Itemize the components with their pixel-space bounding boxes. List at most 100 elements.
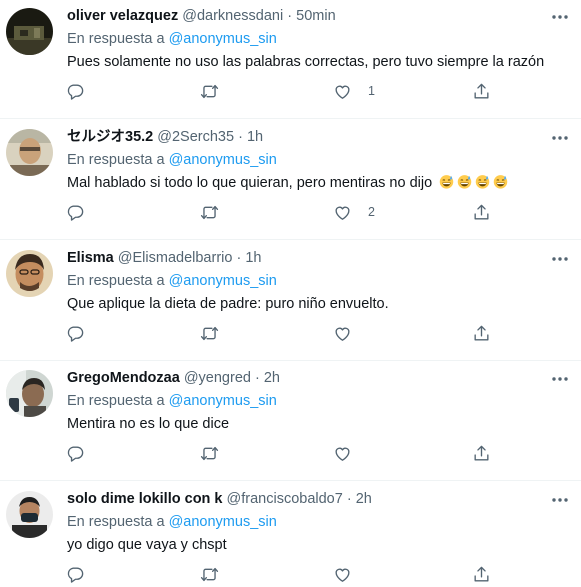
timestamp[interactable]: 2h bbox=[264, 370, 280, 386]
share-icon bbox=[474, 445, 489, 461]
display-name[interactable]: solo dime lokillo con k bbox=[67, 491, 223, 507]
heart-icon bbox=[335, 85, 350, 99]
retweet-icon bbox=[200, 326, 219, 340]
like-button[interactable] bbox=[333, 564, 368, 584]
user-handle[interactable]: @darknessdani bbox=[182, 8, 283, 24]
tweet-text: Pues solamente no uso las palabras corre… bbox=[67, 54, 545, 70]
grinning-sweat-emoji bbox=[457, 175, 472, 189]
separator-dot: · bbox=[236, 250, 242, 266]
share-button[interactable] bbox=[472, 564, 491, 584]
reply-button[interactable] bbox=[66, 81, 85, 101]
tweet-text: Mentira no es lo que dice bbox=[67, 416, 230, 432]
replying-to: En respuesta a @anonymus_sin bbox=[67, 271, 567, 291]
reply-tweet[interactable]: oliver velazquez @darknessdani · 50min E… bbox=[0, 0, 581, 119]
replying-to-mention[interactable]: @anonymus_sin bbox=[169, 273, 277, 289]
user-handle[interactable]: @Elismadelbarrio bbox=[118, 250, 233, 266]
avatar[interactable] bbox=[6, 491, 53, 538]
heart-icon bbox=[335, 206, 350, 220]
grinning-sweat-emoji bbox=[439, 175, 454, 189]
retweet-button[interactable] bbox=[200, 564, 219, 584]
reply-tweet[interactable]: Elisma @Elismadelbarrio · 1h En respuest… bbox=[0, 240, 581, 361]
replying-to-mention[interactable]: @anonymus_sin bbox=[169, 514, 277, 530]
avatar[interactable] bbox=[6, 8, 53, 55]
like-button[interactable]: 2 bbox=[333, 202, 375, 222]
separator-dot: · bbox=[254, 370, 260, 386]
replying-to-label: En respuesta a bbox=[67, 514, 165, 530]
share-button[interactable] bbox=[472, 81, 491, 101]
retweet-button[interactable] bbox=[200, 81, 219, 101]
tweet-actions bbox=[0, 323, 581, 345]
grinning-sweat-emoji bbox=[493, 175, 508, 189]
replying-to-label: En respuesta a bbox=[67, 273, 165, 289]
like-count: 1 bbox=[368, 84, 375, 98]
more-icon[interactable] bbox=[550, 372, 570, 386]
user-handle[interactable]: @2Serch35 bbox=[157, 129, 234, 145]
avatar[interactable] bbox=[6, 250, 53, 297]
separator-dot: · bbox=[287, 8, 293, 24]
replying-to-mention[interactable]: @anonymus_sin bbox=[169, 393, 277, 409]
reply-button[interactable] bbox=[66, 443, 85, 463]
more-icon[interactable] bbox=[550, 131, 570, 145]
like-button[interactable]: 1 bbox=[333, 81, 375, 101]
heart-icon bbox=[335, 447, 350, 461]
retweet-icon bbox=[200, 446, 219, 460]
like-button[interactable] bbox=[333, 323, 368, 343]
display-name[interactable]: GregoMendozaa bbox=[67, 370, 180, 386]
display-name[interactable]: Elisma bbox=[67, 250, 114, 266]
timestamp[interactable]: 2h bbox=[356, 491, 372, 507]
more-icon[interactable] bbox=[550, 252, 570, 266]
heart-icon bbox=[335, 568, 350, 582]
reply-button[interactable] bbox=[66, 202, 85, 222]
reply-icon bbox=[67, 83, 84, 100]
separator-dot: · bbox=[346, 491, 352, 507]
replying-to: En respuesta a @anonymus_sin bbox=[67, 29, 567, 49]
more-icon[interactable] bbox=[550, 10, 570, 24]
more-icon[interactable] bbox=[550, 493, 570, 507]
replies-feed: oliver velazquez @darknessdani · 50min E… bbox=[0, 0, 581, 587]
tweet-actions: 2 bbox=[0, 202, 581, 224]
replying-to-mention[interactable]: @anonymus_sin bbox=[169, 152, 277, 168]
heart-icon bbox=[335, 327, 350, 341]
share-icon bbox=[474, 83, 489, 99]
replying-to: En respuesta a @anonymus_sin bbox=[67, 391, 567, 411]
tweet-actions bbox=[0, 443, 581, 465]
tweet-actions: 1 bbox=[0, 81, 581, 103]
reply-tweet[interactable]: セルジオ35.2 @2Serch35 · 1h En respuesta a @… bbox=[0, 119, 581, 240]
display-name[interactable]: セルジオ35.2 bbox=[67, 129, 153, 145]
grinning-sweat-emoji bbox=[475, 175, 490, 189]
share-button[interactable] bbox=[472, 443, 491, 463]
timestamp[interactable]: 50min bbox=[296, 8, 336, 24]
share-icon bbox=[474, 204, 489, 220]
reply-button[interactable] bbox=[66, 323, 85, 343]
tweet-text-content: Mal hablado si todo lo que quieran, pero… bbox=[67, 175, 433, 191]
timestamp[interactable]: 1h bbox=[247, 129, 263, 145]
share-button[interactable] bbox=[472, 323, 491, 343]
tweet-text: Mal hablado si todo lo que quieran, pero… bbox=[67, 173, 567, 193]
reply-icon bbox=[67, 445, 84, 462]
replying-to: En respuesta a @anonymus_sin bbox=[67, 512, 567, 532]
reply-tweet[interactable]: GregoMendozaa @yengred · 2h En respuesta… bbox=[0, 360, 581, 481]
replying-to: En respuesta a @anonymus_sin bbox=[67, 150, 567, 170]
retweet-button[interactable] bbox=[200, 202, 219, 222]
retweet-button[interactable] bbox=[200, 443, 219, 463]
reply-icon bbox=[67, 325, 84, 342]
display-name[interactable]: oliver velazquez bbox=[67, 8, 178, 24]
like-count: 2 bbox=[368, 205, 375, 219]
replying-to-mention[interactable]: @anonymus_sin bbox=[169, 31, 277, 47]
timestamp[interactable]: 1h bbox=[245, 250, 261, 266]
avatar[interactable] bbox=[6, 129, 53, 176]
share-icon bbox=[474, 325, 489, 341]
user-handle[interactable]: @yengred bbox=[184, 370, 251, 386]
share-button[interactable] bbox=[472, 202, 491, 222]
replying-to-label: En respuesta a bbox=[67, 152, 165, 168]
separator-dot: · bbox=[238, 129, 243, 145]
retweet-button[interactable] bbox=[200, 323, 219, 343]
reply-icon bbox=[67, 566, 84, 583]
user-handle[interactable]: @franciscobaldo7 bbox=[227, 491, 343, 507]
like-button[interactable] bbox=[333, 443, 368, 463]
tweet-actions bbox=[0, 564, 581, 586]
replying-to-label: En respuesta a bbox=[67, 31, 165, 47]
reply-tweet[interactable]: solo dime lokillo con k @franciscobaldo7… bbox=[0, 481, 581, 587]
reply-button[interactable] bbox=[66, 564, 85, 584]
avatar[interactable] bbox=[6, 370, 53, 417]
